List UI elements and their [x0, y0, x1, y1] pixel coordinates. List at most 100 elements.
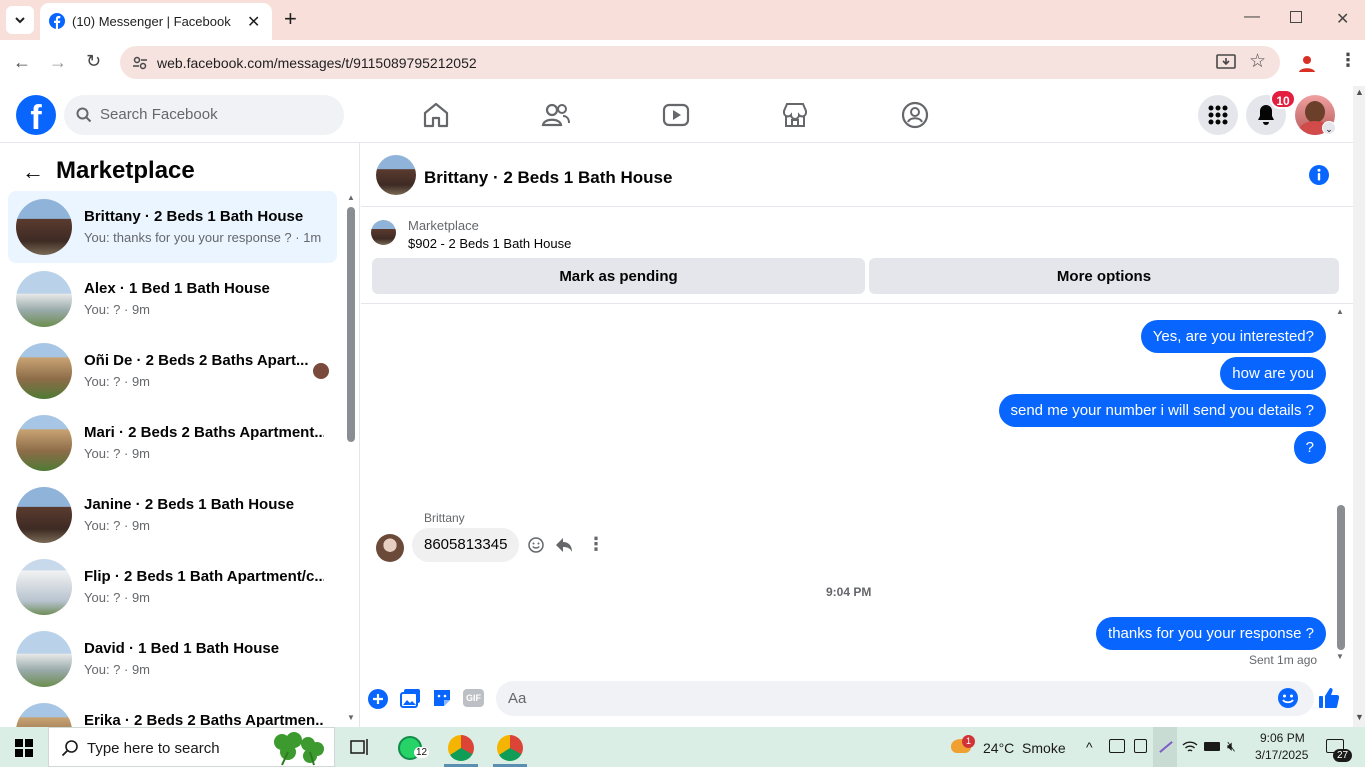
reload-icon[interactable]: ↻	[86, 51, 101, 72]
new-tab-button[interactable]: +	[284, 6, 297, 32]
outgoing-message[interactable]: thanks for you your response ?	[1096, 617, 1326, 650]
taskbar-search-icon	[61, 740, 78, 757]
network-icon[interactable]	[1182, 740, 1198, 754]
facebook-logo-icon[interactable]: f	[16, 95, 56, 135]
chevron-down-icon	[15, 17, 25, 24]
friends-icon[interactable]	[541, 100, 571, 130]
conversation-item[interactable]: Alex · 1 Bed 1 Bath House You: ? · 9m	[8, 263, 337, 335]
task-view-icon[interactable]	[350, 738, 370, 756]
back-icon[interactable]: ←	[13, 52, 31, 73]
react-icon[interactable]	[528, 537, 544, 553]
volume-mute-icon[interactable]: 🔇︎	[1227, 738, 1236, 755]
listing-thumbnail	[16, 631, 72, 687]
list-scrollbar-thumb[interactable]	[347, 207, 355, 442]
sticker-icon[interactable]	[432, 688, 452, 708]
listing-price[interactable]: $902 - 2 Beds 1 Bath House	[408, 236, 571, 251]
conversation-item[interactable]: Oñi De · 2 Beds 2 Baths Apart... You: ? …	[8, 335, 337, 407]
gif-icon[interactable]: GIF	[463, 689, 484, 707]
scroll-up-icon[interactable]: ▲	[1355, 87, 1364, 97]
more-actions-plus-icon[interactable]	[368, 689, 388, 709]
attach-photo-icon[interactable]	[400, 688, 421, 709]
back-arrow-icon[interactable]: ←	[22, 159, 44, 185]
bookmark-star-icon[interactable]: ☆	[1249, 50, 1266, 73]
pen-tray-icon[interactable]	[1153, 727, 1177, 767]
list-scroll-down-icon[interactable]: ▼	[347, 713, 355, 722]
menu-grid-button[interactable]	[1198, 95, 1238, 135]
conversation-item[interactable]: Erika · 2 Beds 2 Baths Apartmen...	[8, 695, 337, 727]
sender-avatar[interactable]	[376, 534, 404, 562]
chat-title[interactable]: Brittany · 2 Beds 1 Bath House	[424, 168, 672, 188]
url-text: web.facebook.com/messages/t/911508979521…	[157, 55, 477, 71]
sender-name: Brittany	[424, 511, 465, 525]
restore-window-icon[interactable]	[1290, 11, 1302, 23]
forward-icon[interactable]: →	[49, 52, 67, 73]
weather-text[interactable]: 24°C Smoke	[983, 740, 1066, 756]
thread-scroll-down-icon[interactable]: ▼	[1336, 652, 1344, 661]
like-thumb-icon[interactable]	[1318, 687, 1340, 709]
chrome-profile-taskbar-icon[interactable]	[497, 735, 523, 761]
clock-time[interactable]: 9:06 PM	[1260, 731, 1305, 745]
outgoing-message[interactable]: how are you	[1220, 357, 1326, 390]
more-actions-icon[interactable]: ⋮	[587, 534, 605, 555]
tray-app-icon[interactable]	[1109, 739, 1125, 753]
conversation-preview: You: thanks for you your response ? · 1m	[84, 230, 322, 245]
clock-date[interactable]: 3/17/2025	[1255, 748, 1308, 762]
tab-search-button[interactable]	[6, 6, 34, 34]
battery-icon[interactable]	[1204, 742, 1220, 751]
outgoing-message[interactable]: send me your number i will send you deta…	[998, 394, 1326, 427]
tray-overflow-icon[interactable]: ^	[1086, 739, 1093, 755]
close-window-icon[interactable]: ✕	[1336, 9, 1349, 29]
conversation-name: Flip · 2 Beds 1 Bath Apartment/c...	[84, 568, 324, 585]
home-icon[interactable]	[421, 100, 451, 130]
close-tab-icon[interactable]: ✕	[247, 12, 260, 32]
read-receipt-avatar	[313, 363, 329, 379]
install-app-icon[interactable]	[1216, 54, 1236, 72]
thread-scroll-up-icon[interactable]: ▲	[1336, 307, 1344, 316]
facebook-search-input[interactable]: Search Facebook	[64, 95, 344, 135]
outgoing-message[interactable]: ?	[1293, 431, 1326, 464]
windows-start-icon[interactable]	[15, 739, 33, 757]
listing-thumbnail	[16, 703, 72, 727]
listing-label: Marketplace	[408, 218, 479, 233]
mark-as-pending-button[interactable]: Mark as pending	[372, 258, 865, 294]
browser-menu-icon[interactable]: ⋮	[1339, 50, 1357, 71]
conversation-item[interactable]: David · 1 Bed 1 Bath House You: ? · 9m	[8, 623, 337, 695]
message-timestamp: 9:04 PM	[826, 585, 872, 599]
profile-icon[interactable]	[1297, 53, 1317, 73]
page-scrollbar[interactable]: ▲ ▼	[1353, 86, 1365, 727]
account-chevron-icon[interactable]: ⌄	[1322, 121, 1336, 135]
conversation-item[interactable]: Mari · 2 Beds 2 Baths Apartment... You: …	[8, 407, 337, 479]
conversation-item[interactable]: Brittany · 2 Beds 1 Bath House You: than…	[8, 191, 337, 263]
incoming-message[interactable]: 8605813345	[412, 528, 520, 562]
thread-scrollbar-thumb[interactable]	[1337, 505, 1345, 650]
marketplace-listing-banner: Marketplace $902 - 2 Beds 1 Bath House M…	[361, 208, 1353, 304]
tab-title: (10) Messenger | Facebook	[72, 14, 231, 29]
marketplace-icon[interactable]	[780, 100, 810, 130]
listing-small-thumbnail[interactable]	[371, 220, 396, 245]
address-bar[interactable]: web.facebook.com/messages/t/911508979521…	[120, 46, 1280, 79]
site-info-icon[interactable]	[132, 55, 148, 71]
more-options-button[interactable]: More options	[869, 258, 1339, 294]
info-icon[interactable]	[1309, 165, 1329, 185]
taskbar-search-placeholder: Type here to search	[87, 740, 220, 757]
emoji-icon[interactable]	[1277, 687, 1299, 709]
browser-tab-messenger[interactable]: (10) Messenger | Facebook ✕	[40, 3, 272, 40]
conversation-item[interactable]: Janine · 2 Beds 1 Bath House You: ? · 9m	[8, 479, 337, 551]
message-input[interactable]: Aa	[496, 681, 1314, 716]
notification-center-badge: 27	[1333, 749, 1353, 762]
groups-icon[interactable]	[900, 100, 930, 130]
taskbar-search-box[interactable]: Type here to search	[48, 727, 335, 767]
grid-icon	[1208, 105, 1228, 125]
minimize-window-icon[interactable]: —	[1244, 8, 1260, 26]
meet-tray-icon[interactable]	[1134, 739, 1147, 753]
reply-icon[interactable]	[555, 537, 573, 553]
scroll-down-icon[interactable]: ▼	[1355, 712, 1364, 722]
video-icon[interactable]	[661, 100, 691, 130]
listing-thumbnail	[16, 415, 72, 471]
outgoing-message[interactable]: Yes, are you interested?	[1140, 320, 1326, 353]
chat-avatar[interactable]	[376, 155, 416, 195]
list-scroll-up-icon[interactable]: ▲	[347, 193, 355, 202]
conversation-item[interactable]: Flip · 2 Beds 1 Bath Apartment/c... You:…	[8, 551, 337, 623]
message-placeholder: Aa	[508, 690, 527, 707]
chrome-taskbar-icon[interactable]	[448, 735, 474, 761]
